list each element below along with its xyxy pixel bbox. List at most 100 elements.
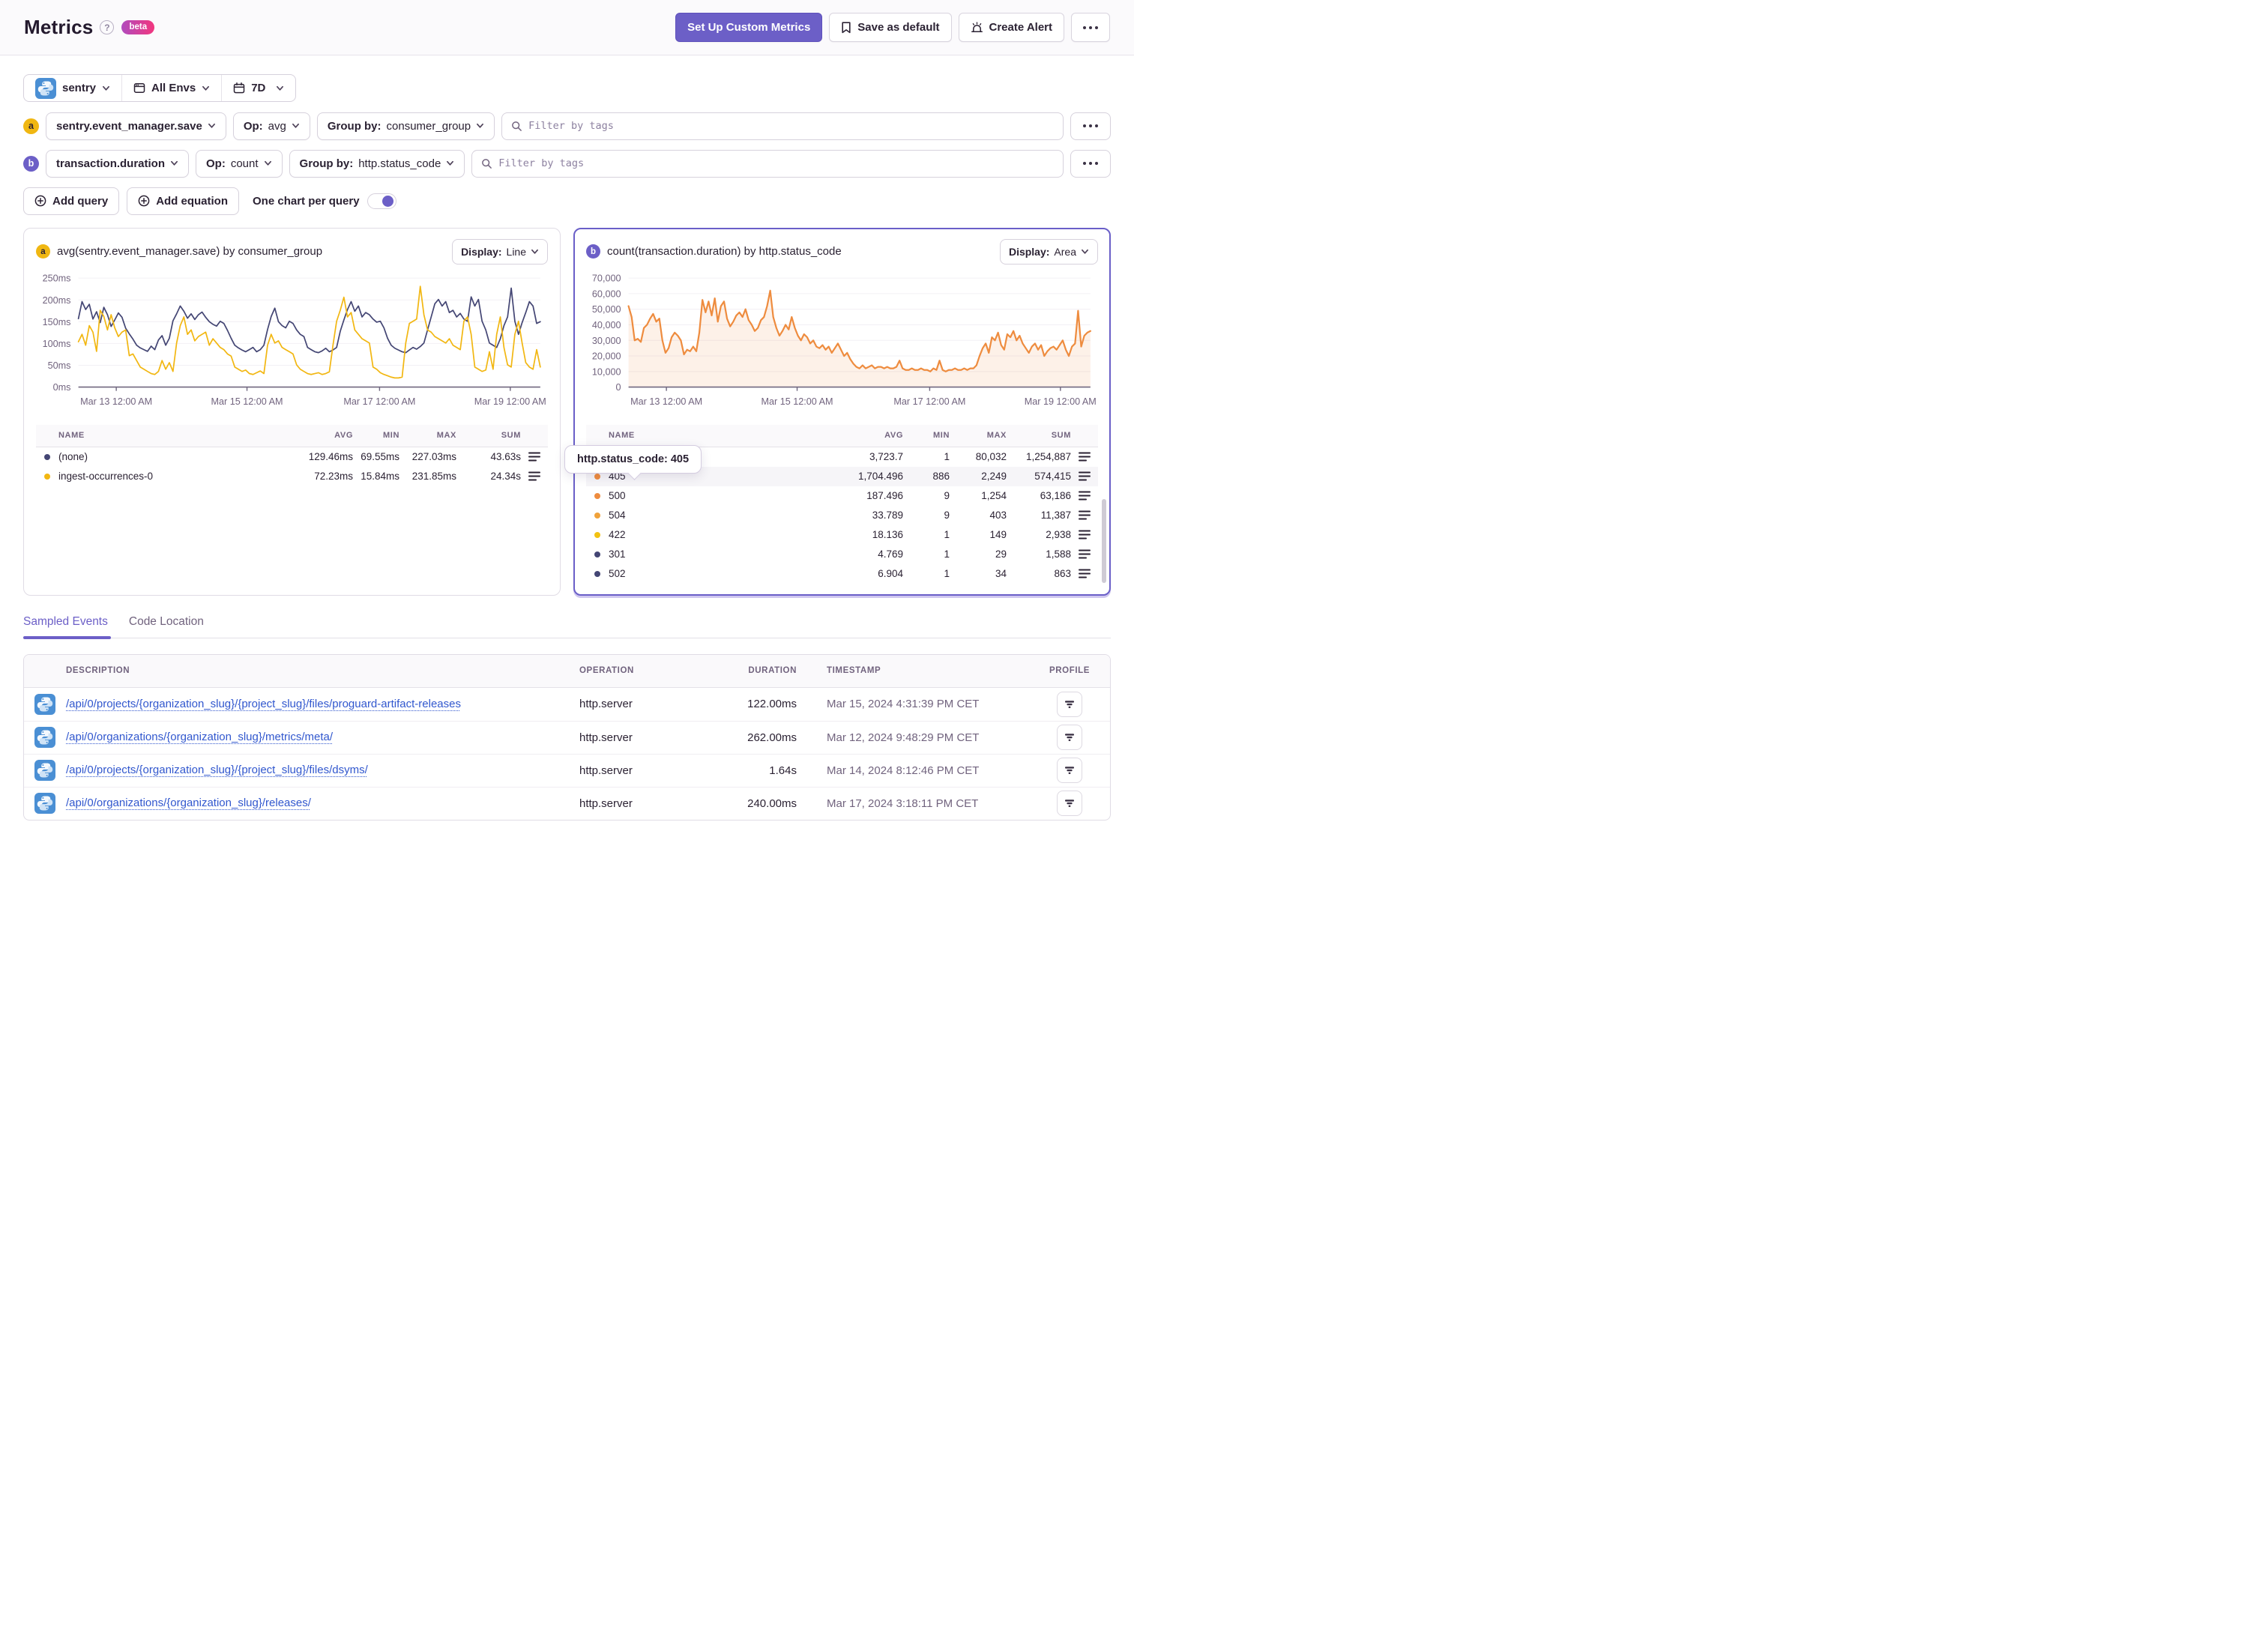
summary-row[interactable]: 504 33.789 9 403 11,387 [586, 506, 1098, 525]
groupby-select-b[interactable]: Group by: http.status_code [289, 149, 465, 178]
op-select-b[interactable]: Op: count [196, 149, 283, 178]
series-dot [594, 492, 600, 499]
row-menu-button[interactable] [1071, 452, 1098, 462]
event-description-link[interactable]: /api/0/organizations/{organization_slug}… [66, 797, 311, 809]
row-menu-button[interactable] [1071, 569, 1098, 578]
summary-header: NAME AVG MIN MAX SUM [36, 424, 548, 447]
query-row-a: a sentry.event_manager.save Op: avg Group… [23, 112, 1111, 140]
display-select-b[interactable]: Display: Area [999, 238, 1098, 265]
summary-row[interactable]: 422 18.136 1 149 2,938 [586, 525, 1098, 545]
stack-icon [1079, 569, 1091, 578]
tooltip: http.status_code: 405 [564, 444, 702, 474]
chevron-down-icon [446, 160, 454, 166]
environment-icon [133, 82, 145, 94]
header-more-button[interactable] [1071, 13, 1110, 42]
alert-siren-icon [971, 21, 983, 34]
svg-text:50ms: 50ms [48, 360, 71, 371]
tag-filter-input-b[interactable] [498, 157, 1054, 169]
series-dot [44, 473, 50, 480]
row-menu-button[interactable] [1071, 471, 1098, 481]
series-dot [594, 551, 600, 557]
profiling-icon [1064, 797, 1076, 809]
profile-button[interactable] [1057, 758, 1082, 783]
chevron-down-icon [208, 123, 216, 129]
event-row: /api/0/organizations/{organization_slug}… [24, 786, 1110, 820]
date-range-selector[interactable]: 7D [221, 75, 295, 101]
svg-text:Mar 15 12:00 AM: Mar 15 12:00 AM [211, 396, 283, 406]
chevron-down-icon [102, 85, 110, 91]
row-menu-button[interactable] [1071, 549, 1098, 559]
metric-select-b[interactable]: transaction.duration [46, 149, 190, 178]
series-dot [594, 570, 600, 577]
add-equation-button[interactable]: Add equation [127, 187, 240, 215]
chart-badge-b: b [586, 244, 600, 259]
one-chart-per-query-toggle[interactable] [367, 193, 396, 209]
search-icon [481, 158, 492, 169]
summary-row[interactable]: 301 4.769 1 29 1,588 [586, 545, 1098, 564]
tag-filter-b [471, 149, 1064, 178]
page-title: Metrics [24, 16, 94, 38]
add-query-button[interactable]: Add query [23, 187, 120, 215]
plus-circle-icon [138, 195, 150, 207]
stack-icon [528, 452, 540, 462]
save-as-default-button[interactable]: Save as default [829, 13, 952, 42]
tag-filter-input-a[interactable] [528, 120, 1054, 132]
row-menu-button[interactable] [1071, 530, 1098, 540]
event-description-link[interactable]: /api/0/projects/{organization_slug}/{pro… [66, 764, 368, 776]
event-row: /api/0/projects/{organization_slug}/{pro… [24, 688, 1110, 721]
groupby-select-a[interactable]: Group by: consumer_group [316, 112, 495, 140]
profile-button[interactable] [1057, 725, 1082, 750]
python-project-icon [34, 760, 55, 781]
svg-text:70,000: 70,000 [592, 273, 621, 283]
svg-text:100ms: 100ms [43, 338, 71, 348]
setup-custom-metrics-button[interactable]: Set Up Custom Metrics [675, 13, 823, 42]
event-row: /api/0/projects/{organization_slug}/{pro… [24, 753, 1110, 787]
svg-text:Mar 13 12:00 AM: Mar 13 12:00 AM [630, 396, 702, 406]
svg-text:Mar 19 12:00 AM: Mar 19 12:00 AM [1025, 396, 1097, 406]
stack-icon [1079, 530, 1091, 540]
table-scrollbar[interactable] [1102, 498, 1106, 583]
tag-filter-a [501, 112, 1064, 140]
chart-panel-a[interactable]: a avg(sentry.event_manager.save) by cons… [23, 227, 561, 596]
row-menu-button[interactable] [1071, 491, 1098, 501]
row-menu-button[interactable] [521, 471, 548, 481]
profile-button[interactable] [1057, 791, 1082, 816]
environment-selector[interactable]: All Envs [121, 75, 221, 101]
svg-text:20,000: 20,000 [592, 351, 621, 361]
event-row: /api/0/organizations/{organization_slug}… [24, 720, 1110, 754]
line-chart-a[interactable]: 0ms 50ms 100ms 150ms 200ms 250ms Mar 13 12:00 … [36, 269, 548, 422]
one-chart-per-query-label: One chart per query [253, 194, 360, 208]
create-alert-button[interactable]: Create Alert [958, 13, 1064, 42]
row-menu-button[interactable] [1071, 510, 1098, 520]
summary-row[interactable]: 502 6.904 1 34 863 [586, 564, 1098, 584]
query-row-b: b transaction.duration Op: count Group by… [23, 149, 1111, 178]
query-b-more-button[interactable] [1070, 149, 1111, 178]
event-description-link[interactable]: /api/0/organizations/{organization_slug}… [66, 731, 333, 743]
tab-code-location[interactable]: Code Location [129, 615, 204, 629]
op-select-a[interactable]: Op: avg [232, 112, 310, 140]
svg-text:0ms: 0ms [53, 382, 71, 393]
stack-icon [528, 471, 540, 481]
summary-row[interactable]: (none) 129.46ms 69.55ms 227.03ms 43.63s [36, 447, 548, 467]
tab-sampled-events[interactable]: Sampled Events [23, 615, 111, 639]
event-description-link[interactable]: /api/0/projects/{organization_slug}/{pro… [66, 698, 461, 710]
summary-row[interactable]: 500 187.496 9 1,254 63,186 [586, 486, 1098, 506]
ellipsis-icon [1083, 162, 1098, 165]
chevron-down-icon [1081, 249, 1089, 255]
area-chart-b[interactable]: 0 10,000 20,000 30,000 40,000 50,000 60,000 70,… [586, 269, 1098, 422]
summary-row[interactable]: ingest-occurrences-0 72.23ms 15.84ms 231… [36, 467, 548, 486]
svg-text:40,000: 40,000 [592, 320, 621, 330]
chart-panel-b[interactable]: b count(transaction.duration) by http.st… [564, 227, 1111, 596]
series-dot [594, 512, 600, 519]
series-dot [594, 473, 600, 480]
svg-text:Mar 15 12:00 AM: Mar 15 12:00 AM [761, 396, 833, 406]
chevron-down-icon [170, 160, 178, 166]
svg-text:Mar 19 12:00 AM: Mar 19 12:00 AM [474, 396, 546, 406]
metric-select-a[interactable]: sentry.event_manager.save [46, 112, 226, 140]
query-a-more-button[interactable] [1070, 112, 1111, 140]
help-icon[interactable]: ? [100, 20, 115, 34]
display-select-a[interactable]: Display: Line [452, 238, 548, 265]
row-menu-button[interactable] [521, 452, 548, 462]
project-selector[interactable]: sentry [24, 75, 121, 101]
profile-button[interactable] [1057, 691, 1082, 717]
